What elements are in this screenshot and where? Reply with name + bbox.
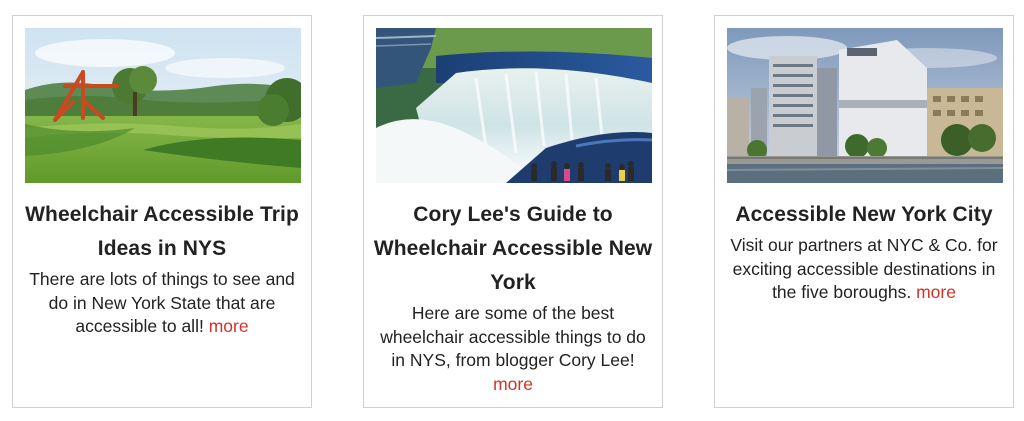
card-description: Here are some of the best wheelchair acc… bbox=[372, 302, 654, 396]
card-body: Cory Lee's Guide to Wheelchair Accessibl… bbox=[372, 198, 654, 396]
card-image-link[interactable] bbox=[376, 28, 652, 183]
card-body: Wheelchair Accessible Trip Ideas in NYS … bbox=[21, 198, 303, 339]
more-link[interactable]: more bbox=[493, 374, 533, 394]
card-image-link[interactable] bbox=[727, 28, 1003, 183]
promo-cards-row: Wheelchair Accessible Trip Ideas in NYS … bbox=[0, 0, 1024, 421]
card-body: Accessible New York City Visit our partn… bbox=[723, 198, 1005, 305]
card-image-link[interactable] bbox=[25, 28, 301, 183]
card-title-link[interactable]: Wheelchair Accessible Trip Ideas in NYS bbox=[25, 203, 299, 260]
card-title: Cory Lee's Guide to Wheelchair Accessibl… bbox=[372, 198, 654, 300]
card-title-link[interactable]: Accessible New York City bbox=[735, 203, 992, 226]
promo-card-cory-lee-guide: Cory Lee's Guide to Wheelchair Accessibl… bbox=[363, 15, 663, 408]
city-waterfront-photo bbox=[727, 28, 1003, 183]
more-link[interactable]: more bbox=[209, 316, 249, 336]
card-title: Wheelchair Accessible Trip Ideas in NYS bbox=[21, 198, 303, 266]
card-description: Visit our partners at NYC & Co. for exci… bbox=[723, 234, 1005, 305]
card-title: Accessible New York City bbox=[723, 198, 1005, 232]
more-link[interactable]: more bbox=[916, 282, 956, 302]
promo-card-trip-ideas: Wheelchair Accessible Trip Ideas in NYS … bbox=[12, 15, 312, 408]
promo-card-accessible-nyc: Accessible New York City Visit our partn… bbox=[714, 15, 1014, 408]
card-description-text: Here are some of the best wheelchair acc… bbox=[380, 303, 646, 370]
waterfall-photo bbox=[376, 28, 652, 183]
card-title-link[interactable]: Cory Lee's Guide to Wheelchair Accessibl… bbox=[374, 203, 652, 294]
landscape-sculpture-photo bbox=[25, 28, 301, 183]
card-description-text: Visit our partners at NYC & Co. for exci… bbox=[730, 235, 998, 302]
card-description-text: There are lots of things to see and do i… bbox=[29, 269, 295, 336]
card-description: There are lots of things to see and do i… bbox=[21, 268, 303, 339]
